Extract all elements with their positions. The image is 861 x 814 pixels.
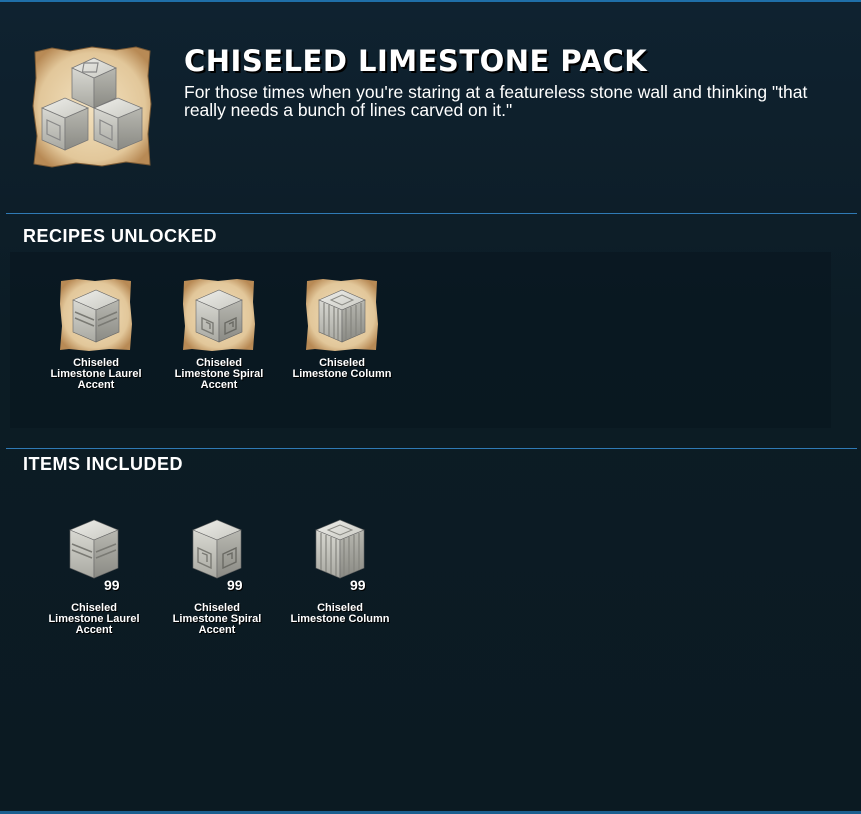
- divider: [6, 448, 857, 449]
- recipe-label: Chiseled Limestone Column: [292, 357, 392, 380]
- recipe-tile-column[interactable]: Chiseled Limestone Column: [292, 278, 392, 380]
- quantity-badge: 99: [350, 577, 366, 593]
- spiral-accent-block-icon: [192, 519, 242, 579]
- quantity-badge: 99: [104, 577, 120, 593]
- recipe-tile-laurel-accent[interactable]: Chiseled Limestone Laurel Accent: [46, 278, 146, 391]
- item-label: Chiseled Limestone Spiral Accent: [172, 602, 262, 636]
- column-block-icon: [306, 279, 378, 351]
- item-tile-laurel-accent[interactable]: 99 Chiseled Limestone Laurel Accent: [44, 518, 144, 636]
- laurel-accent-block-icon: [69, 519, 119, 579]
- pack-description: For those times when you're staring at a…: [184, 82, 808, 120]
- items-heading: ITEMS INCLUDED: [23, 454, 183, 474]
- column-block-icon: [315, 519, 365, 579]
- item-label: Chiseled Limestone Column: [290, 602, 390, 625]
- divider: [6, 213, 857, 214]
- recipe-tile-spiral-accent[interactable]: Chiseled Limestone Spiral Accent: [169, 278, 269, 391]
- pack-details-panel: CHISELED LIMESTONE PACK For those times …: [0, 0, 861, 814]
- item-label: Chiseled Limestone Laurel Accent: [48, 602, 140, 636]
- recipes-heading: RECIPES UNLOCKED: [23, 226, 218, 246]
- limestone-blocks-icon: [32, 46, 152, 168]
- item-tile-spiral-accent[interactable]: 99 Chiseled Limestone Spiral Accent: [167, 518, 267, 636]
- laurel-accent-block-icon: [60, 279, 132, 351]
- pack-title: CHISELED LIMESTONE PACK: [184, 44, 648, 78]
- recipe-label: Chiseled Limestone Spiral Accent: [174, 357, 264, 391]
- recipe-label: Chiseled Limestone Laurel Accent: [50, 357, 142, 391]
- item-tile-column[interactable]: 99 Chiseled Limestone Column: [290, 518, 390, 625]
- quantity-badge: 99: [227, 577, 243, 593]
- spiral-accent-block-icon: [183, 279, 255, 351]
